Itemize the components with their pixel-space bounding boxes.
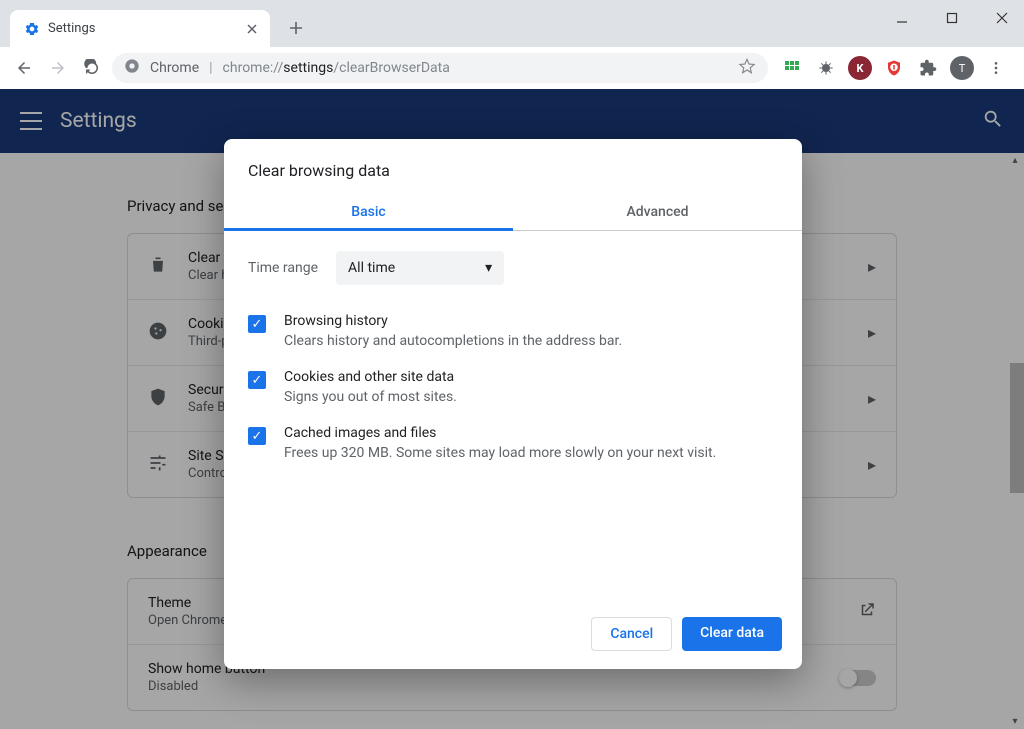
checkbox-cookies[interactable]: ✓ xyxy=(248,371,266,389)
checkbox-browsing-history[interactable]: ✓ xyxy=(248,315,266,333)
dialog-tabs: Basic Advanced xyxy=(224,194,802,231)
time-range-value: All time xyxy=(348,260,395,276)
option-browsing-history: ✓ Browsing historyClears history and aut… xyxy=(248,303,778,359)
time-range-row: Time range All time ▾ xyxy=(248,251,778,285)
window-controls xyxy=(888,4,1016,32)
minimize-button[interactable] xyxy=(888,4,916,32)
profile-avatar[interactable]: T xyxy=(950,56,974,80)
chevron-down-icon: ▾ xyxy=(485,260,492,276)
time-range-label: Time range xyxy=(248,260,318,276)
back-button[interactable] xyxy=(10,54,38,82)
browser-tab[interactable]: Settings xyxy=(10,10,270,47)
chrome-icon xyxy=(124,58,140,78)
forward-button xyxy=(44,54,72,82)
tab-advanced[interactable]: Advanced xyxy=(513,194,802,230)
ext-bug-icon[interactable] xyxy=(814,56,838,80)
cancel-button[interactable]: Cancel xyxy=(591,617,672,651)
gear-icon xyxy=(24,21,40,37)
toolbar-extensions: K T xyxy=(774,56,1014,80)
bookmark-star-icon[interactable] xyxy=(738,57,756,79)
dialog-footer: Cancel Clear data xyxy=(224,601,802,669)
option-cached: ✓ Cached images and filesFrees up 320 MB… xyxy=(248,415,778,471)
tab-basic[interactable]: Basic xyxy=(224,194,513,230)
browser-menu-icon[interactable] xyxy=(984,56,1008,80)
reload-button[interactable] xyxy=(78,54,106,82)
ext-grid-icon[interactable] xyxy=(780,56,804,80)
address-scheme: Chrome xyxy=(150,60,199,76)
checkbox-cached[interactable]: ✓ xyxy=(248,427,266,445)
extensions-puzzle-icon[interactable] xyxy=(916,56,940,80)
address-separator: | xyxy=(209,60,212,76)
ext-ublock-icon[interactable] xyxy=(882,56,906,80)
close-tab-icon[interactable] xyxy=(244,21,260,37)
clear-data-button[interactable]: Clear data xyxy=(682,617,782,651)
close-window-button[interactable] xyxy=(988,4,1016,32)
dialog-title: Clear browsing data xyxy=(224,139,802,194)
address-url: chrome://settings/clearBrowserData xyxy=(223,60,450,76)
new-tab-button[interactable] xyxy=(282,14,310,42)
time-range-select[interactable]: All time ▾ xyxy=(336,251,504,285)
option-cookies: ✓ Cookies and other site dataSigns you o… xyxy=(248,359,778,415)
dialog-body: Time range All time ▾ ✓ Browsing history… xyxy=(224,231,802,481)
address-field[interactable]: Chrome | chrome://settings/clearBrowserD… xyxy=(112,53,768,83)
ext-k-icon[interactable]: K xyxy=(848,56,872,80)
maximize-button[interactable] xyxy=(938,4,966,32)
tab-title: Settings xyxy=(48,21,238,36)
address-bar: Chrome | chrome://settings/clearBrowserD… xyxy=(0,47,1024,89)
clear-browsing-data-dialog: Clear browsing data Basic Advanced Time … xyxy=(224,139,802,669)
browser-titlebar: Settings xyxy=(0,0,1024,47)
